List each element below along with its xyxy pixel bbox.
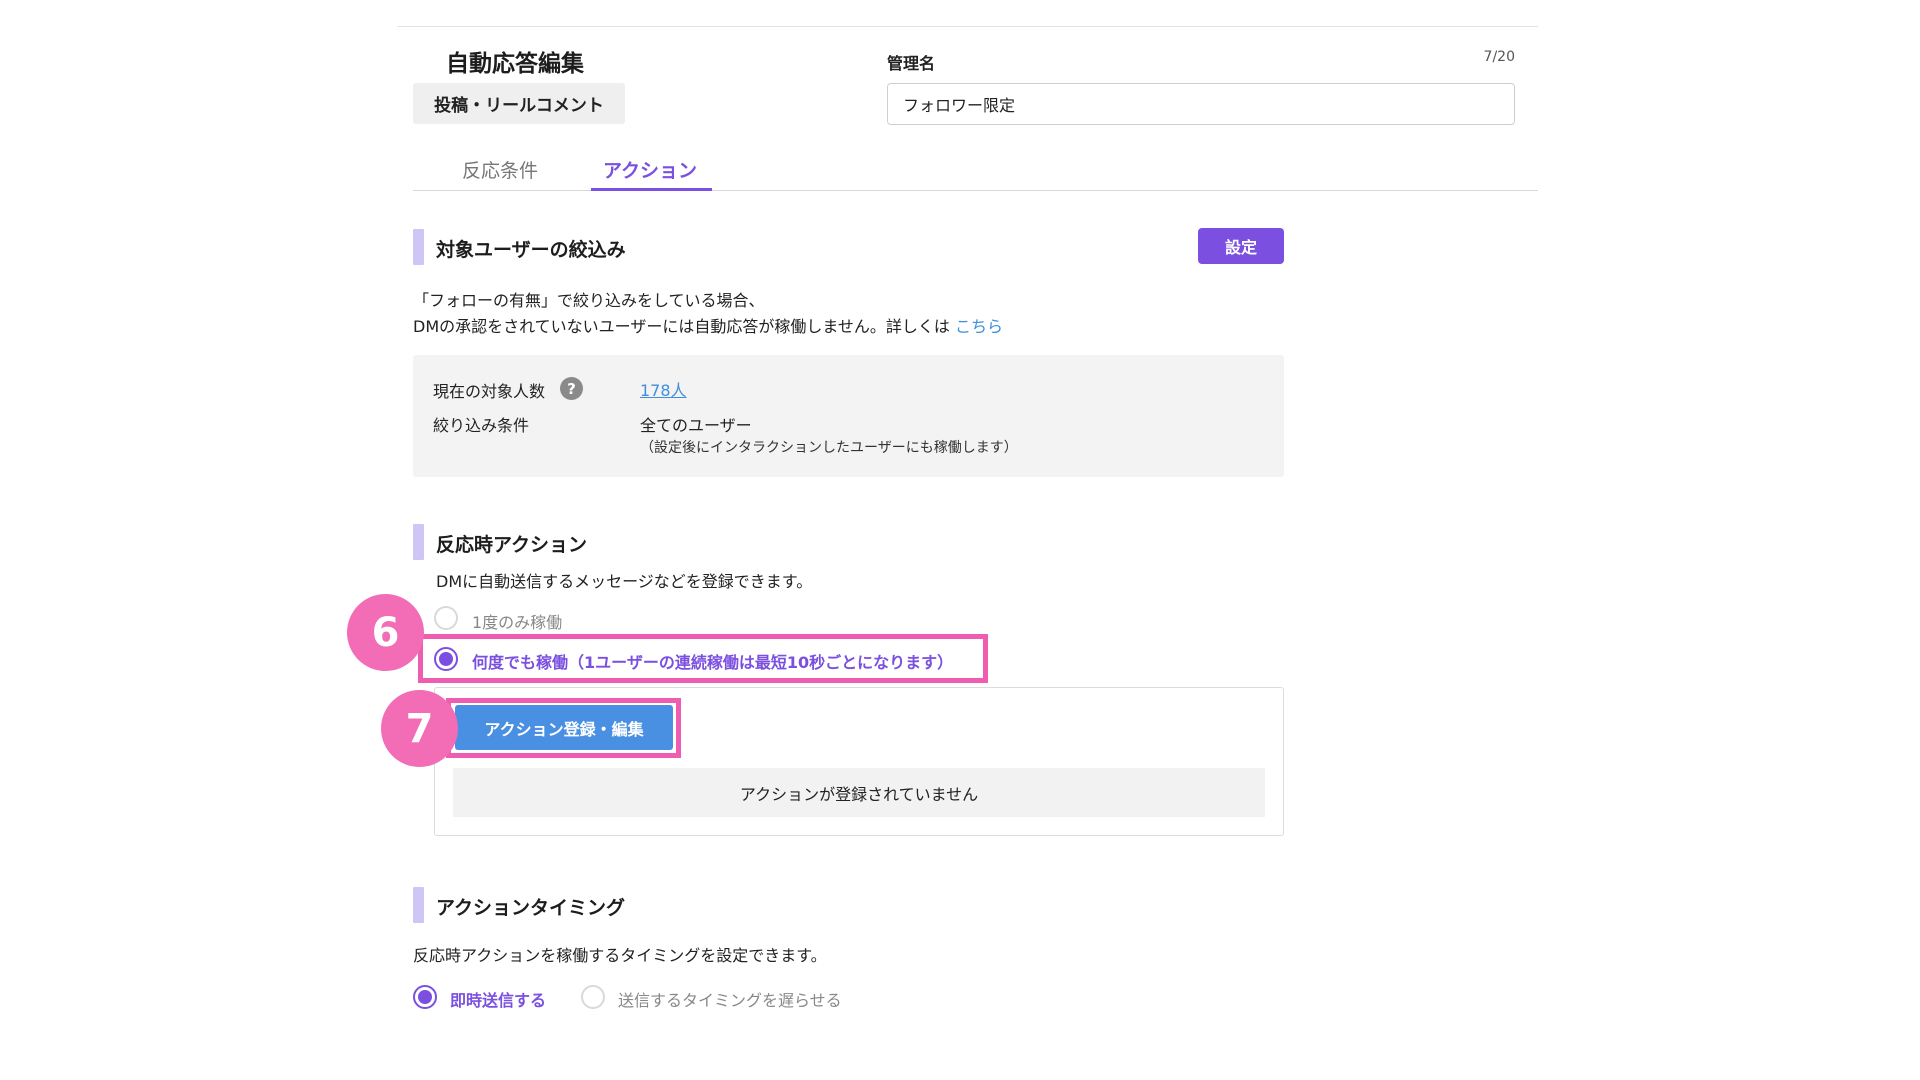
target-count-label: 現在の対象人数 bbox=[433, 382, 546, 401]
reaction-action-description: DMに自動送信するメッセージなどを登録できます。 bbox=[436, 572, 813, 591]
step-7-badge: 7 bbox=[381, 690, 458, 767]
management-name-input[interactable] bbox=[887, 83, 1515, 125]
filter-condition-label: 絞り込み条件 bbox=[433, 416, 530, 435]
filter-condition-note: （設定後にインタラクションしたユーザーにも稼働します） bbox=[640, 440, 1018, 456]
post-type-chip: 投稿・リールコメント bbox=[413, 83, 625, 124]
management-name-counter: 7/20 bbox=[1483, 49, 1515, 65]
section-accent-bar bbox=[413, 524, 424, 560]
target-description-line2: DMの承認をされていないユーザーには自動応答が稼働しません。詳しくは こちら bbox=[413, 313, 1003, 337]
active-tab-indicator bbox=[591, 188, 712, 191]
no-actions-message: アクションが登録されていません bbox=[453, 768, 1265, 817]
target-info-box bbox=[413, 355, 1284, 477]
step-6-badge: 6 bbox=[347, 594, 424, 671]
target-users-section-title: 対象ユーザーの絞込み bbox=[436, 239, 626, 261]
tab-reaction-conditions[interactable]: 反応条件 bbox=[462, 156, 538, 183]
reaction-action-section-title: 反応時アクション bbox=[436, 534, 588, 556]
run-once-label[interactable]: 1度のみ稼働 bbox=[472, 609, 562, 633]
action-timing-description: 反応時アクションを稼働するタイミングを設定できます。 bbox=[413, 946, 827, 965]
send-immediately-radio[interactable] bbox=[413, 985, 437, 1009]
action-timing-section-title: アクションタイミング bbox=[436, 897, 626, 919]
register-edit-action-button[interactable]: アクション登録・編集 bbox=[455, 705, 673, 750]
tabs-divider bbox=[413, 190, 1538, 191]
details-link[interactable]: こちら bbox=[955, 317, 1003, 336]
top-divider bbox=[397, 26, 1538, 27]
delay-send-radio[interactable] bbox=[581, 985, 605, 1009]
target-description-text: DMの承認をされていないユーザーには自動応答が稼働しません。詳しくは bbox=[413, 317, 950, 336]
run-repeatedly-radio[interactable] bbox=[434, 647, 458, 671]
target-count-link[interactable]: 178人 bbox=[640, 377, 687, 401]
run-repeatedly-label[interactable]: 何度でも稼働（1ユーザーの連続稼働は最短10秒ごとになります） bbox=[472, 649, 953, 673]
management-name-label: 管理名 bbox=[887, 54, 936, 73]
target-settings-button[interactable]: 設定 bbox=[1198, 228, 1284, 264]
delay-send-label[interactable]: 送信するタイミングを遅らせる bbox=[618, 987, 842, 1011]
auto-reply-edit-page: 自動応答編集 投稿・リールコメント 管理名 7/20 反応条件 アクション 対象… bbox=[0, 0, 1920, 1080]
page-title: 自動応答編集 bbox=[446, 51, 584, 77]
target-description-line1: 「フォローの有無」で絞り込みをしている場合、 bbox=[413, 291, 765, 310]
run-once-radio[interactable] bbox=[434, 606, 458, 630]
section-accent-bar bbox=[413, 229, 424, 265]
tab-action[interactable]: アクション bbox=[603, 156, 697, 183]
filter-condition-value: 全てのユーザー bbox=[640, 416, 752, 435]
section-accent-bar bbox=[413, 887, 424, 923]
send-immediately-label[interactable]: 即時送信する bbox=[450, 987, 546, 1011]
question-circle-icon[interactable]: ? bbox=[560, 377, 583, 400]
